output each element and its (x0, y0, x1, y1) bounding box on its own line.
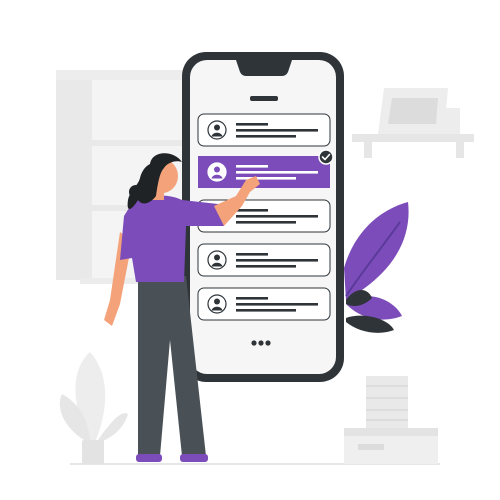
illustration (56, 52, 474, 465)
purple-plant (344, 202, 409, 333)
phone-notch (236, 60, 292, 76)
check-badge-icon (318, 149, 334, 165)
card-text-line (236, 259, 318, 262)
list-item[interactable] (197, 113, 331, 147)
more-dots-icon[interactable] (251, 340, 271, 346)
card-text-line (236, 265, 296, 268)
card-text-line (236, 135, 296, 138)
card-text-line (236, 215, 318, 218)
background-boxes (344, 376, 438, 464)
card-text-line (236, 221, 296, 224)
list-item[interactable] (197, 243, 331, 277)
card-text-line (236, 171, 318, 174)
card-text-line (236, 309, 296, 312)
user-avatar-icon (207, 120, 227, 140)
user-avatar-icon (207, 162, 227, 182)
card-title-line (236, 297, 268, 300)
phone-speaker (250, 96, 278, 101)
user-avatar-icon (207, 250, 227, 270)
card-title-line (236, 123, 268, 126)
card-text-line (236, 177, 296, 180)
card-text-line (236, 303, 318, 306)
background-shelf (352, 88, 474, 158)
card-title-line (236, 165, 268, 168)
card-text-line (236, 129, 318, 132)
list-item-selected[interactable] (198, 156, 330, 188)
card-title-line (236, 253, 268, 256)
user-avatar-icon (207, 294, 227, 314)
background-plant (59, 352, 128, 464)
card-title-line (236, 209, 268, 212)
list-item[interactable] (197, 287, 331, 321)
